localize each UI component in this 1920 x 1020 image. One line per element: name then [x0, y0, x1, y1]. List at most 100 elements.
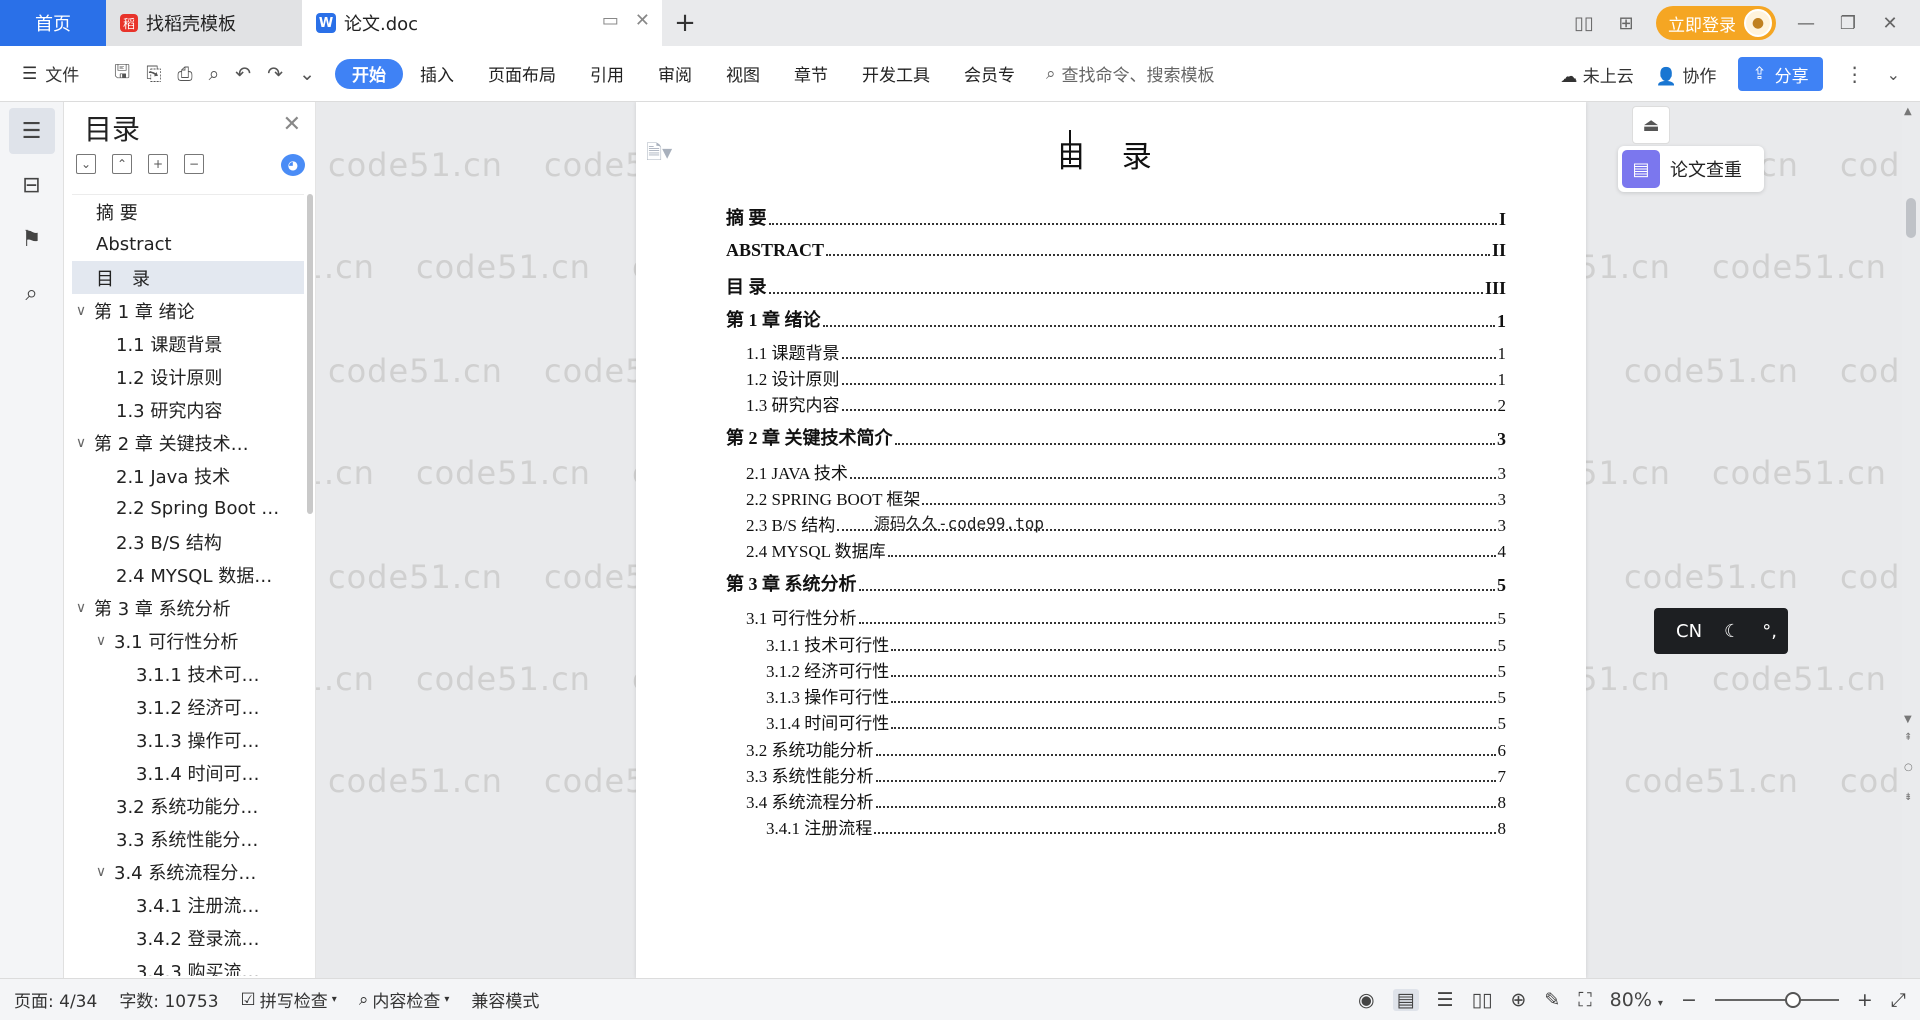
- scrollbar-thumb[interactable]: [1906, 198, 1916, 238]
- scroll-up-icon[interactable]: ▲: [1904, 106, 1912, 117]
- zoom-out-icon[interactable]: −: [1681, 989, 1697, 1011]
- web-view-icon[interactable]: ⊕: [1510, 989, 1526, 1011]
- toc-entry[interactable]: 3.1 可行性分析 5: [726, 604, 1506, 629]
- undo-icon[interactable]: ↶: [235, 63, 251, 85]
- chevron-down-icon[interactable]: ∨: [72, 303, 90, 319]
- toc-tree-item[interactable]: 2.3 B/S 结构: [72, 525, 304, 558]
- collapse-panel-icon[interactable]: ⏏: [1632, 106, 1670, 144]
- toc-entry[interactable]: 1.1 课题背景 1: [726, 339, 1506, 364]
- minimize-icon[interactable]: —: [1794, 13, 1818, 34]
- save-icon[interactable]: 🖫: [114, 58, 130, 90]
- export-pdf-icon[interactable]: ⎘: [146, 63, 161, 85]
- toc-tree-item[interactable]: 2.2 Spring Boot …: [72, 492, 304, 525]
- toc-entry[interactable]: 摘 要I: [726, 204, 1506, 230]
- toc-panel-icon[interactable]: ☰: [8, 108, 55, 154]
- toc-tree-item[interactable]: 3.1.1 技术可…: [72, 657, 304, 690]
- toc-tree-item[interactable]: 3.3 系统性能分…: [72, 822, 304, 855]
- vertical-scrollbar[interactable]: ▲ ▼ ⇞ ○ ⇟: [1902, 102, 1920, 978]
- chapter-nav-icon[interactable]: ⊟: [9, 162, 55, 208]
- toc-tree-item[interactable]: 2.4 MYSQL 数据…: [72, 558, 304, 591]
- grid-icon[interactable]: ⊞: [1614, 13, 1638, 34]
- document-page[interactable]: 🗎▾ 目 录 摘 要 I ABSTRACT II 目 录 III 第 1 章 绪论 1 1.1 …: [636, 102, 1586, 978]
- write-mode-icon[interactable]: ✎: [1544, 989, 1560, 1011]
- toc-tree-item[interactable]: Abstract: [72, 228, 304, 261]
- find-icon[interactable]: ⌕: [9, 270, 55, 316]
- toc-tree-item[interactable]: 1.1 课题背景: [72, 327, 304, 360]
- new-tab-button[interactable]: +: [662, 0, 708, 46]
- reading-view-icon[interactable]: ▯▯: [1472, 989, 1493, 1011]
- tab-document[interactable]: W 论文.doc ▭ ✕: [302, 0, 662, 46]
- toc-entry[interactable]: 第 2 章 关键技术简介 3: [726, 424, 1506, 450]
- next-page-icon[interactable]: ⇟: [1904, 792, 1912, 803]
- outline-view-icon[interactable]: ☰: [1437, 989, 1454, 1011]
- toc-tree-item[interactable]: 3.1.3 操作可…: [72, 723, 304, 756]
- toc-tree-item[interactable]: ∨ 第 3 章 系统分析: [72, 591, 304, 624]
- prev-page-icon[interactable]: ⇞: [1904, 732, 1912, 743]
- collab-button[interactable]: 👤 协作: [1656, 62, 1717, 87]
- ai-assistant-icon[interactable]: ◕: [281, 154, 305, 176]
- toc-entry[interactable]: 2.1 JAVA 技术 3: [726, 459, 1506, 484]
- word-count[interactable]: 字数: 10753: [119, 987, 218, 1012]
- toc-tree-item[interactable]: 3.4.1 注册流…: [72, 888, 304, 921]
- toc-tree-item[interactable]: ∨ 第 1 章 绪论: [72, 294, 304, 327]
- chevron-down-icon[interactable]: ∨: [72, 435, 90, 451]
- command-search[interactable]: ⌕ 查找命令、搜索模板: [1046, 61, 1215, 87]
- ribbon-tab[interactable]: 页面布局: [471, 59, 573, 89]
- eye-protection-icon[interactable]: ◉: [1358, 989, 1375, 1011]
- layout-icon[interactable]: ▯▯: [1572, 13, 1596, 34]
- toc-entry[interactable]: 2.2 SPRING BOOT 框架 3: [726, 485, 1506, 510]
- toc-tree-item[interactable]: 目 录: [72, 261, 304, 294]
- page-view-icon[interactable]: ▤: [1392, 989, 1419, 1011]
- collapse-ribbon-icon[interactable]: ⌄: [1887, 65, 1900, 84]
- toc-tree-item[interactable]: ∨ 3.1 可行性分析: [72, 624, 304, 657]
- collapse-all-icon[interactable]: ⌃: [112, 154, 132, 174]
- ribbon-tab[interactable]: 审阅: [641, 59, 709, 89]
- remove-heading-icon[interactable]: −: [184, 154, 204, 174]
- toc-tree-item[interactable]: 3.4.3 购买流…: [72, 954, 304, 977]
- toc-entry[interactable]: 3.1.1 技术可行性 5: [726, 631, 1506, 656]
- ribbon-tab[interactable]: 插入: [403, 59, 471, 89]
- scroll-down-icon[interactable]: ▼: [1904, 714, 1912, 725]
- punctuation-icon[interactable]: °,: [1762, 621, 1777, 642]
- toc-entry[interactable]: 3.1.3 操作可行性 5: [726, 683, 1506, 708]
- toc-tree-item[interactable]: ∨ 3.4 系统流程分…: [72, 855, 304, 888]
- toc-entry[interactable]: 3.3 系统性能分析 7: [726, 762, 1506, 787]
- content-check-toggle[interactable]: ⌕ 内容检查 ▾: [359, 987, 450, 1013]
- ime-toolbar[interactable]: CN ☾ °,: [1654, 608, 1788, 654]
- fit-page-icon[interactable]: ⛶: [1578, 989, 1591, 1011]
- toc-entry[interactable]: 2.4 MYSQL 数据库 4: [726, 537, 1506, 562]
- zoom-slider[interactable]: [1714, 992, 1839, 1008]
- redo-icon[interactable]: ↷: [267, 63, 283, 85]
- ribbon-tab[interactable]: 视图: [709, 59, 777, 89]
- bookmark-icon[interactable]: ⚑: [9, 216, 55, 262]
- toc-entry[interactable]: 1.2 设计原则 1: [726, 365, 1506, 390]
- zoom-slider-knob[interactable]: [1784, 992, 1801, 1008]
- toc-entry[interactable]: 第 3 章 系统分析 5: [726, 570, 1506, 596]
- login-button[interactable]: 立即登录 ●: [1656, 6, 1776, 40]
- ribbon-tab[interactable]: 开发工具: [845, 59, 947, 89]
- toc-entry[interactable]: 第 1 章 绪论 1: [726, 306, 1506, 332]
- plagiarism-check-button[interactable]: ▤ 论文查重: [1618, 146, 1764, 192]
- close-window-icon[interactable]: ✕: [1878, 13, 1902, 34]
- print-icon[interactable]: ⎙: [177, 63, 192, 85]
- toc-tree-item[interactable]: 2.1 Java 技术: [72, 459, 304, 492]
- toc-entry[interactable]: ABSTRACT II: [726, 240, 1506, 261]
- ime-language[interactable]: CN: [1676, 621, 1702, 642]
- toc-entry[interactable]: 3.1.4 时间可行性 5: [726, 709, 1506, 734]
- toc-tree-item[interactable]: 3.2 系统功能分…: [72, 789, 304, 822]
- toc-entry[interactable]: 1.3 研究内容 2: [726, 391, 1506, 416]
- ribbon-tab[interactable]: 开始: [335, 58, 404, 89]
- toc-tree-item[interactable]: 1.3 研究内容: [72, 393, 304, 426]
- close-icon[interactable]: ✕: [283, 112, 301, 137]
- cloud-status[interactable]: ☁ 未上云: [1560, 62, 1633, 87]
- toc-entry[interactable]: 3.4.1 注册流程 8: [726, 814, 1506, 839]
- ribbon-tab[interactable]: 引用: [573, 59, 641, 89]
- toc-tree-item[interactable]: 1.2 设计原则: [72, 360, 304, 393]
- file-menu[interactable]: ☰ 文件: [0, 61, 106, 87]
- chevron-down-icon[interactable]: ∨: [72, 600, 90, 616]
- select-browse-icon[interactable]: ○: [1904, 762, 1913, 773]
- restore-icon[interactable]: ❐: [1836, 13, 1860, 34]
- tab-template[interactable]: 稻 找稻壳模板: [106, 0, 302, 46]
- share-button[interactable]: ⇪ 分享: [1738, 57, 1823, 91]
- more-icon[interactable]: ⋮: [1845, 62, 1865, 86]
